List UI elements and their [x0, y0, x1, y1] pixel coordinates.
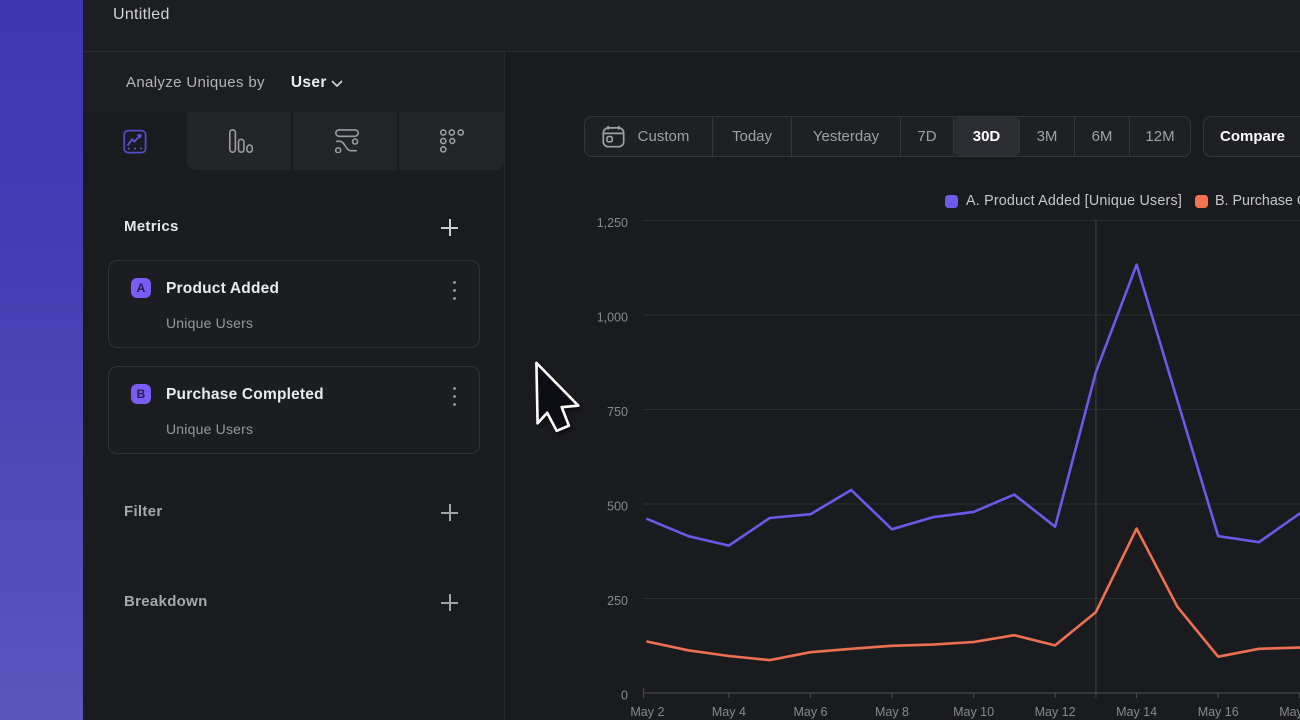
- svg-text:500: 500: [607, 500, 628, 514]
- svg-text:May 14: May 14: [1116, 705, 1157, 719]
- svg-text:May 12: May 12: [1035, 705, 1076, 719]
- svg-text:May 2: May 2: [630, 705, 664, 719]
- svg-text:250: 250: [607, 594, 628, 608]
- svg-text:May 10: May 10: [953, 705, 994, 719]
- svg-text:1,250: 1,250: [597, 216, 628, 230]
- svg-text:May 6: May 6: [793, 705, 827, 719]
- svg-text:750: 750: [607, 405, 628, 419]
- svg-text:May 8: May 8: [875, 705, 909, 719]
- svg-text:May 4: May 4: [712, 705, 746, 719]
- svg-text:1,000: 1,000: [597, 311, 628, 325]
- svg-text:May 18: May 18: [1279, 705, 1300, 719]
- svg-text:0: 0: [621, 689, 628, 703]
- svg-text:May 16: May 16: [1198, 705, 1239, 719]
